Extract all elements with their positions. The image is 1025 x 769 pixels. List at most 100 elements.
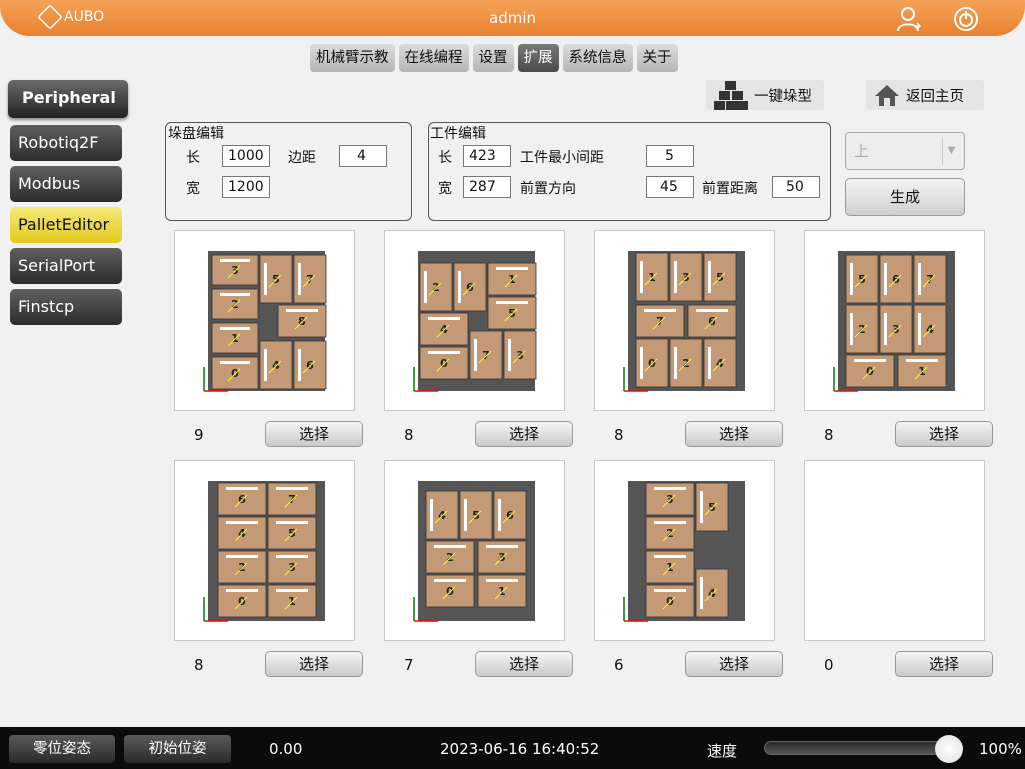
workpiece-box: 5	[459, 490, 493, 540]
workpiece-length-input[interactable]: 423	[463, 145, 511, 167]
speed-slider-handle[interactable]	[935, 735, 963, 763]
chevron-down-icon: ▼	[942, 137, 960, 165]
pattern-preview[interactable]	[804, 460, 985, 641]
pallet-diagram: 56723401	[833, 251, 955, 392]
front-distance-label: 前置距离	[702, 181, 758, 197]
workpiece-box: 0	[217, 584, 267, 618]
workpiece-box: 3	[669, 252, 703, 302]
speed-slider[interactable]	[764, 741, 954, 755]
pattern-preview[interactable]: 4562301	[384, 460, 565, 641]
workpiece-box: 6	[493, 490, 527, 540]
pallet-margin-input[interactable]: 4	[339, 145, 387, 167]
sidebar-item-finstcp[interactable]: Finstcp	[10, 289, 122, 325]
workpiece-box: 8	[277, 304, 327, 338]
pallet-width-label: 宽	[186, 181, 200, 197]
tab-0[interactable]: 机械臂示教	[310, 44, 395, 72]
pallet-diagram: 4562301	[413, 481, 535, 622]
page-title: admin	[489, 9, 536, 27]
pattern-count: 8	[194, 656, 204, 674]
workpiece-box: 1	[211, 322, 259, 354]
pattern-preview[interactable]: 26154730	[384, 230, 565, 411]
power-icon[interactable]	[953, 6, 979, 32]
direction-select[interactable]: 上 ▼	[845, 132, 965, 170]
pattern-preview[interactable]: 352104	[594, 460, 775, 641]
pattern-preview[interactable]: 13576024	[594, 230, 775, 411]
tab-2[interactable]: 设置	[472, 44, 514, 72]
sidebar-item-modbus[interactable]: Modbus	[10, 166, 122, 202]
workpiece-box: 1	[267, 584, 317, 618]
select-pattern-button[interactable]: 选择	[265, 421, 363, 447]
workpiece-box: 2	[217, 550, 267, 584]
select-pattern-button[interactable]: 选择	[475, 421, 573, 447]
tab-3[interactable]: 扩展	[517, 44, 559, 72]
min-gap-input[interactable]: 5	[646, 145, 694, 167]
pattern-preview[interactable]: 357 281046	[174, 230, 355, 411]
workpiece-box: 0	[845, 354, 895, 388]
user-icon[interactable]	[896, 6, 922, 32]
workpiece-box: 4	[259, 340, 293, 390]
workpiece-box: 0	[419, 346, 469, 380]
workpiece-box: 4	[703, 338, 737, 388]
workpiece-width-input[interactable]: 287	[463, 176, 511, 198]
workpiece-box: 2	[845, 304, 879, 354]
workpiece-box: 0	[645, 584, 695, 618]
workpiece-box: 4	[913, 304, 947, 354]
auto-stack-label: 一键垛型	[754, 88, 812, 105]
workpiece-box: 0	[425, 574, 475, 608]
workpiece-box: 3	[503, 330, 537, 380]
workpiece-box: 1	[897, 354, 947, 388]
workpiece-box: 7	[469, 330, 503, 380]
workpiece-box: 6	[217, 482, 267, 516]
init-pose-button[interactable]: 初始位姿	[124, 735, 231, 763]
workpiece-edit-group	[428, 122, 831, 221]
select-pattern-button[interactable]: 选择	[685, 421, 783, 447]
pallet-diagram: 352104	[623, 481, 745, 622]
workpiece-length-label: 长	[438, 150, 452, 166]
workpiece-box: 1	[635, 252, 669, 302]
pattern-preview[interactable]: 67452301	[174, 460, 355, 641]
pattern-count: 8	[614, 426, 624, 444]
speed-label: 速度	[707, 742, 738, 760]
select-pattern-button[interactable]: 选择	[475, 651, 573, 677]
select-pattern-button[interactable]: 选择	[895, 651, 993, 677]
workpiece-width-label: 宽	[438, 181, 452, 197]
pallet-width-input[interactable]: 1200	[222, 176, 270, 198]
auto-stack-button[interactable]: 一键垛型	[706, 80, 824, 110]
workpiece-box: 6	[293, 340, 327, 390]
pallet-edit-title: 垛盘编辑	[168, 126, 224, 142]
tab-5[interactable]: 关于	[636, 44, 678, 72]
workpiece-box: 3	[879, 304, 913, 354]
workpiece-box: 2	[211, 288, 259, 320]
sidebar-item-palleteditor[interactable]: PalletEditor	[10, 207, 122, 243]
workpiece-box: 2	[425, 540, 475, 574]
tab-1[interactable]: 在线编程	[398, 44, 469, 72]
pattern-preview[interactable]: 56723401	[804, 230, 985, 411]
select-pattern-button[interactable]: 选择	[895, 421, 993, 447]
zero-pose-button[interactable]: 零位姿态	[9, 735, 115, 763]
home-button[interactable]: 返回主页	[866, 80, 984, 110]
select-pattern-button[interactable]: 选择	[265, 651, 363, 677]
pallet-diagram: 26154730	[413, 251, 537, 392]
sidebar-item-serialport[interactable]: SerialPort	[10, 248, 122, 284]
workpiece-box: 7	[913, 254, 947, 304]
workpiece-box: 5	[695, 482, 729, 532]
home-icon	[875, 85, 899, 106]
pattern-count: 7	[404, 656, 414, 674]
workpiece-box: 6	[453, 262, 487, 312]
tab-4[interactable]: 系统信息	[562, 44, 633, 72]
sidebar-item-robotiq2f[interactable]: Robotiq2F	[10, 125, 122, 161]
generate-button[interactable]: 生成	[845, 178, 965, 216]
pallet-margin-label: 边距	[288, 150, 316, 166]
front-distance-input[interactable]: 50	[772, 176, 820, 198]
front-direction-input[interactable]: 45	[646, 176, 694, 198]
workpiece-box: 6	[687, 304, 737, 338]
pattern-count: 0	[824, 656, 834, 674]
pallet-length-input[interactable]: 1000	[222, 145, 270, 167]
select-pattern-button[interactable]: 选择	[685, 651, 783, 677]
sidebar-title: Peripheral	[8, 80, 128, 118]
min-gap-label: 工件最小间距	[520, 150, 604, 166]
workpiece-box: 4	[425, 490, 459, 540]
workpiece-box: 4	[419, 312, 469, 346]
workpiece-box: 7	[635, 304, 685, 338]
pallet-diagram: 357 281046	[203, 251, 327, 392]
